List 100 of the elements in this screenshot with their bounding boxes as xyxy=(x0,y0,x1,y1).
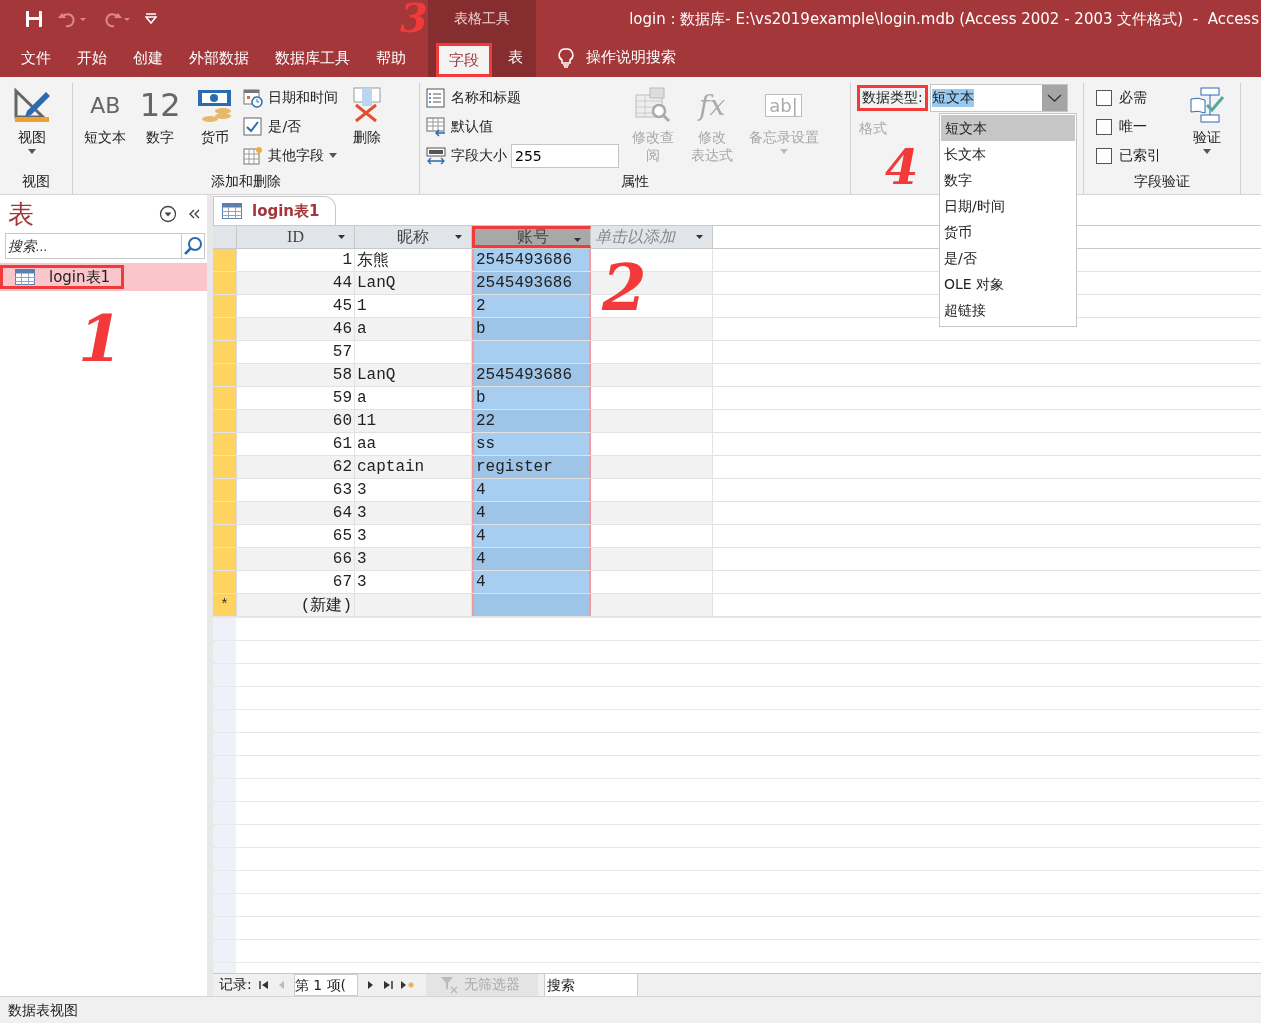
group-label: 字段验证 xyxy=(1133,172,1191,191)
ribbon-button[interactable]: 是/否 xyxy=(243,112,302,141)
column-header[interactable]: 账号 xyxy=(472,226,591,248)
field-size-label: 字段大小 xyxy=(426,141,507,170)
search-icon[interactable] xyxy=(183,236,203,256)
checkbox-label: 必需 xyxy=(1119,88,1147,107)
dropdown-arrow-icon[interactable] xyxy=(574,238,581,242)
validation-icon xyxy=(1189,87,1226,123)
ribbon-tab[interactable]: 开始 xyxy=(64,42,120,73)
checkbox-label: 唯一 xyxy=(1119,117,1147,136)
dropdown-option[interactable]: 数字 xyxy=(940,167,1076,193)
checkbox[interactable] xyxy=(1096,147,1112,164)
table-cell: 67 xyxy=(237,571,355,593)
ribbon-button[interactable]: 其他字段 xyxy=(243,141,338,170)
text-icon: ab| xyxy=(765,93,802,117)
table-cell: 3 xyxy=(355,502,472,524)
table-cell: 64 xyxy=(237,502,355,524)
table-icon xyxy=(222,203,242,219)
ribbon-button[interactable]: 货币 xyxy=(188,83,242,149)
dropdown-arrow-icon[interactable] xyxy=(455,235,462,239)
dropdown-option[interactable]: OLE 对象 xyxy=(940,271,1076,297)
table-cell: 22 xyxy=(472,410,591,432)
ribbon-tab[interactable]: 创建 xyxy=(120,42,176,73)
table-cell: 46 xyxy=(237,318,355,340)
annotation-number: 2 xyxy=(602,256,647,320)
first-record-icon[interactable] xyxy=(257,980,270,990)
table-cell: 63 xyxy=(237,479,355,501)
field-size-input[interactable]: 255 xyxy=(511,143,619,168)
checkbox[interactable] xyxy=(1096,118,1112,135)
checkbox[interactable] xyxy=(1096,89,1112,106)
undo-icon[interactable] xyxy=(57,10,87,28)
record-label: 记录: xyxy=(219,976,252,994)
dropdown-option[interactable]: 货币 xyxy=(940,219,1076,245)
table-cell: (新建) xyxy=(237,594,355,616)
table-cell: 4 xyxy=(472,502,591,524)
chevron-down-icon[interactable] xyxy=(1041,85,1067,111)
table-cell: 59 xyxy=(237,387,355,409)
dropdown-option[interactable]: 日期/时间 xyxy=(940,193,1076,219)
table-cell: 1 xyxy=(237,249,355,271)
ribbon-button[interactable]: 视图 xyxy=(6,83,59,157)
ribbon-tab[interactable]: 表 xyxy=(498,43,533,77)
ribbon-button[interactable]: 验证 xyxy=(1181,83,1234,157)
table-cell: 4 xyxy=(472,525,591,547)
filter-icon xyxy=(439,976,460,994)
ribbon-tab[interactable]: 文件 xyxy=(8,42,64,73)
table-cell: 61 xyxy=(237,433,355,455)
ribbon-button[interactable]: 12 数字 xyxy=(133,83,187,149)
data-type-dropdown[interactable]: 短文本 xyxy=(929,84,1068,112)
last-record-icon[interactable] xyxy=(381,980,394,990)
ribbon-tab[interactable]: 外部数据 xyxy=(176,42,262,73)
table-cell: 2545493686 xyxy=(472,272,591,294)
calendar-icon xyxy=(243,87,264,108)
search-field[interactable]: 搜索... xyxy=(5,233,205,259)
table-icon xyxy=(15,269,35,285)
ribbon-tab[interactable]: 帮助 xyxy=(363,42,419,73)
list-icon xyxy=(426,87,446,108)
table-icon xyxy=(243,145,264,166)
ribbon-button[interactable]: 默认值 xyxy=(426,112,493,141)
dropdown-option[interactable]: 长文本 xyxy=(940,141,1076,167)
record-position-field[interactable]: 第 1 项( xyxy=(293,974,358,996)
lookup-table-icon xyxy=(634,87,673,123)
table-cell: 2 xyxy=(472,295,591,317)
search-field[interactable]: 搜索 xyxy=(543,973,638,997)
column-header[interactable]: 昵称 xyxy=(355,226,472,248)
table-cell: ss xyxy=(472,433,591,455)
ribbon-tab[interactable]: 数据库工具 xyxy=(262,42,363,73)
table-cell: 65 xyxy=(237,525,355,547)
lightbulb-icon[interactable] xyxy=(558,47,574,68)
column-header[interactable]: ID xyxy=(237,226,355,248)
text-icon: AB xyxy=(90,92,121,118)
text-icon: 12 xyxy=(139,86,181,124)
row-selector[interactable]: * xyxy=(213,594,237,616)
table-cell: 4 xyxy=(472,571,591,593)
table-cell: 62 xyxy=(237,456,355,478)
ribbon-tab[interactable]: 字段 xyxy=(436,43,492,77)
table-cell: 2545493686 xyxy=(472,364,591,386)
dropdown-circle-icon[interactable] xyxy=(159,205,177,223)
new-record-icon[interactable] xyxy=(399,980,416,990)
table-cell: 2545493686 xyxy=(472,249,591,271)
dropdown-arrow-icon[interactable] xyxy=(696,235,703,239)
checkbox-label: 已索引 xyxy=(1119,146,1161,165)
table-cell: b xyxy=(472,387,591,409)
dropdown-option[interactable]: 是/否 xyxy=(940,245,1076,271)
checkbox-icon xyxy=(243,116,264,137)
dropdown-option[interactable]: 短文本 xyxy=(941,115,1075,141)
dropdown-option[interactable]: 超链接 xyxy=(940,297,1076,323)
ribbon-button[interactable]: 日期和时间 xyxy=(243,83,339,112)
ribbon-button[interactable]: 名称和标题 xyxy=(426,83,521,112)
dropdown-arrow-icon[interactable] xyxy=(338,235,345,239)
customize-caret-icon[interactable] xyxy=(145,13,157,25)
select-all-button[interactable] xyxy=(213,226,237,248)
ribbon-button[interactable]: 删除 xyxy=(340,83,394,149)
collapse-icon[interactable] xyxy=(187,207,201,221)
table-cell: 4 xyxy=(472,479,591,501)
table-cell: 45 xyxy=(237,295,355,317)
tell-me-search[interactable]: 操作说明搜索 xyxy=(586,48,676,67)
ribbon-button[interactable]: AB 短文本 xyxy=(79,83,132,149)
window-title: login : 数据库- E:\vs2019example\login.mdb (Access 2002 - 2003 文件格式) - Access xyxy=(628,9,1260,29)
document-tab[interactable]: login表1 xyxy=(213,196,337,225)
text-icon: fx xyxy=(699,88,726,122)
